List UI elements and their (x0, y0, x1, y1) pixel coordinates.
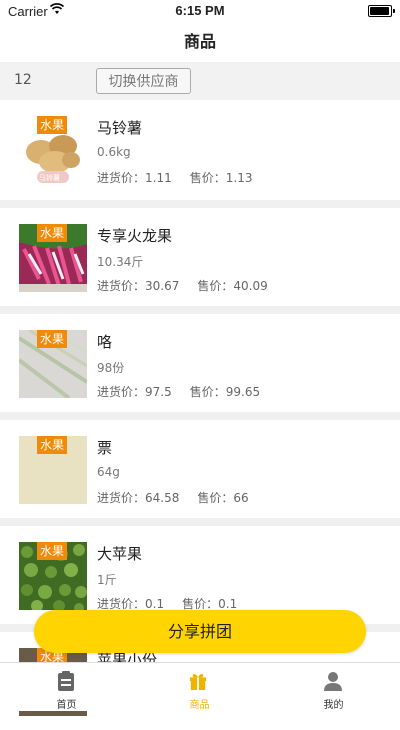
battery-icon (368, 5, 395, 17)
cost-label: 进货价： (97, 597, 146, 611)
green-leaves-image: 水果 (19, 542, 87, 610)
cost-price: 64.58 (145, 491, 180, 505)
category-tag: 水果 (37, 330, 68, 348)
item-count: 12 (14, 72, 32, 88)
tab-mine[interactable]: 我的 (267, 663, 400, 711)
category-tag: 水果 (37, 436, 68, 454)
sell-price: 1.13 (225, 171, 253, 185)
product-name: 票 (97, 439, 113, 457)
cost-label: 进货价： (97, 491, 146, 505)
sticks-image: 水果 (19, 330, 87, 398)
clipboard-icon (58, 671, 74, 691)
category-tag: 水果 (37, 542, 68, 560)
sell-price: 99.65 (225, 385, 261, 399)
page-title: 商品 (183, 32, 216, 51)
sell-price: 66 (233, 491, 249, 505)
share-group-button[interactable]: 分享拼团 (34, 610, 366, 653)
sell-label: 售价： (197, 279, 234, 293)
sell-label: 售价： (189, 171, 226, 185)
switch-supplier-button[interactable]: 切换供应商 (96, 68, 191, 94)
thumb-caption: 马铃薯 (39, 174, 60, 182)
product-prices: 进货价：30.67 售价：40.09 (97, 277, 268, 294)
product-name: 大苹果 (97, 545, 143, 563)
category-tag: 水果 (37, 116, 68, 134)
beige-image: 水果 (19, 436, 87, 504)
sell-price: 0.1 (218, 597, 238, 611)
tab-bar: 首页 商品 我的 (0, 662, 400, 711)
status-time: 6:15 PM (175, 3, 225, 18)
tab-label: 商品 (189, 700, 210, 711)
category-tag: 水果 (37, 224, 68, 242)
tab-label: 首页 (56, 700, 77, 711)
gift-icon (189, 673, 207, 690)
product-name: 马铃薯 (97, 119, 143, 137)
sell-label: 售价： (182, 597, 219, 611)
product-spec: 98份 (97, 361, 125, 375)
supplier-toolbar: 12 切换供应商 (0, 62, 400, 100)
list-item[interactable]: 水果 票 64g 进货价：64.58 售价：66 (0, 420, 400, 526)
person-icon (324, 672, 342, 691)
cost-label: 进货价： (97, 385, 146, 399)
tab-products[interactable]: 商品 (133, 663, 266, 711)
list-item[interactable]: 水果 咯 98份 进货价：97.5 售价：99.65 (0, 314, 400, 420)
cost-label: 进货价： (97, 171, 146, 185)
nav-bar: 商品 (0, 22, 400, 62)
product-prices: 进货价：1.11 售价：1.13 (97, 169, 252, 186)
product-spec: 10.34斤 (97, 255, 144, 269)
sell-price: 40.09 (233, 279, 268, 293)
list-item[interactable]: 水果 马铃薯 马铃薯 0.6kg 进货价：1.11 售价：1.13 (0, 100, 400, 208)
product-name: 咯 (97, 333, 113, 351)
product-prices: 进货价：64.58 售价：66 (97, 489, 249, 506)
status-bar: Carrier 6:15 PM (0, 0, 400, 22)
cost-price: 97.5 (145, 385, 172, 399)
product-spec: 0.6kg (97, 145, 131, 159)
dragon-fruit-image: 水果 (19, 224, 87, 292)
tab-home[interactable]: 首页 (0, 663, 133, 711)
cost-label: 进货价： (97, 279, 146, 293)
product-spec: 64g (97, 465, 120, 479)
list-item[interactable]: 水果 专享火龙果 10.34斤 进货价：30.67 售价：40.09 (0, 208, 400, 314)
potato-image: 水果 马铃薯 (19, 116, 87, 184)
tab-label: 我的 (323, 700, 344, 711)
sell-label: 售价： (189, 385, 226, 399)
product-spec: 1斤 (97, 573, 117, 587)
product-name: 专享火龙果 (97, 227, 173, 245)
cost-price: 1.11 (145, 171, 172, 185)
cost-price: 30.67 (145, 279, 180, 293)
sell-label: 售价： (197, 491, 234, 505)
product-prices: 进货价：97.5 售价：99.65 (97, 383, 260, 400)
cost-price: 0.1 (145, 597, 165, 611)
